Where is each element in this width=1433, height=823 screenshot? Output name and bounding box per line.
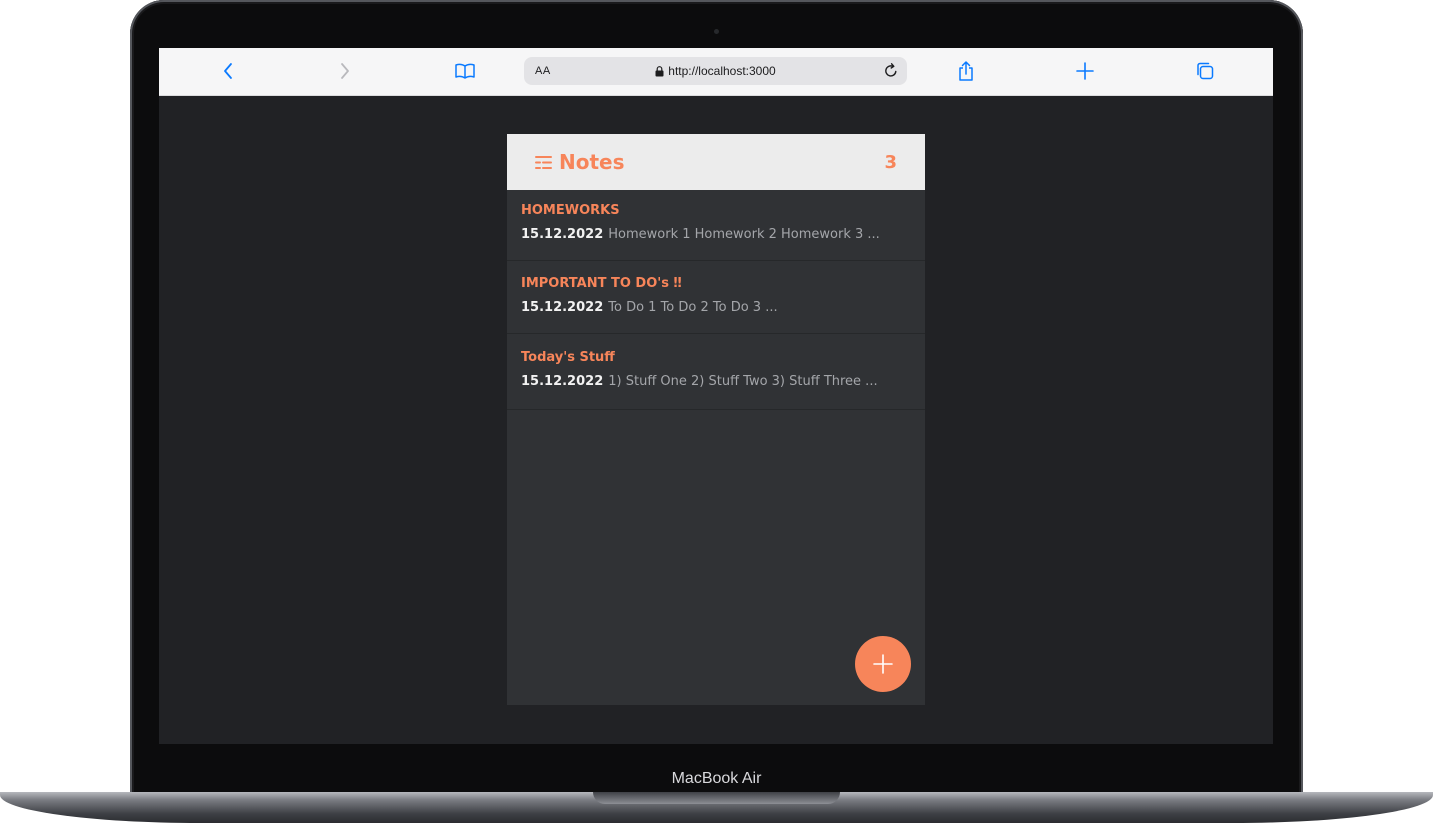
browser-toolbar: AA http://localhost:3000: [159, 48, 1273, 96]
back-button[interactable]: [214, 58, 242, 84]
camera: [714, 29, 719, 34]
note-title: Today's Stuff: [521, 350, 615, 365]
note-preview: To Do 1 To Do 2 To Do 3 ...: [608, 300, 778, 315]
device-label: MacBook Air: [671, 770, 762, 787]
tabs-icon: [1197, 62, 1214, 80]
bookmarks-button[interactable]: [451, 58, 479, 84]
notes-app: Notes 3 HOMEWORKS 15.12.2022 Homework 1 H…: [507, 134, 925, 705]
url-display[interactable]: http://localhost:3000: [524, 57, 907, 85]
note-meta: 15.12.2022 Homework 1 Homework 2 Homework…: [521, 227, 911, 253]
note-item[interactable]: Today's Stuff 15.12.2022 1) Stuff One 2) …: [507, 334, 925, 410]
app-header: Notes 3: [507, 134, 925, 190]
new-tab-button[interactable]: [1071, 58, 1099, 84]
note-title: IMPORTANT TO DO's ‼: [521, 276, 682, 291]
notes-list-icon: [535, 155, 552, 169]
address-bar[interactable]: AA http://localhost:3000: [524, 57, 907, 85]
note-meta: 15.12.2022 To Do 1 To Do 2 To Do 3 ...: [521, 300, 911, 326]
note-item[interactable]: IMPORTANT TO DO's ‼ 15.12.2022 To Do 1 To…: [507, 261, 925, 334]
add-note-button[interactable]: [855, 636, 911, 692]
note-date: 15.12.2022: [521, 227, 604, 242]
app-title: Notes: [535, 150, 625, 174]
url-text: http://localhost:3000: [668, 64, 776, 78]
plus-icon: [873, 654, 893, 674]
share-icon: [959, 61, 973, 81]
note-title: HOMEWORKS: [521, 203, 620, 218]
note-preview: 1) Stuff One 2) Stuff Two 3) Stuff Three…: [608, 374, 878, 389]
note-date: 15.12.2022: [521, 374, 604, 389]
forward-icon: [341, 63, 349, 79]
note-date: 15.12.2022: [521, 300, 604, 315]
note-count-badge: 3: [884, 151, 897, 173]
tabs-overview-button[interactable]: [1191, 58, 1219, 84]
note-item[interactable]: HOMEWORKS 15.12.2022 Homework 1 Homework …: [507, 190, 925, 261]
laptop-notch: [593, 792, 840, 804]
forward-button[interactable]: [331, 58, 359, 84]
note-preview: Homework 1 Homework 2 Homework 3 ...: [608, 227, 880, 242]
app-title-text: Notes: [559, 150, 625, 174]
back-icon: [224, 63, 232, 79]
note-meta: 15.12.2022 1) Stuff One 2) Stuff Two 3) S…: [521, 374, 911, 400]
lock-icon: [655, 65, 664, 76]
bookmarks-icon: [455, 63, 475, 79]
reload-icon[interactable]: [883, 62, 899, 79]
screen: AA http://localhost:3000 Notes 3 HOMEWOR…: [159, 48, 1273, 744]
new-tab-icon: [1076, 62, 1094, 80]
share-button[interactable]: [952, 58, 980, 84]
